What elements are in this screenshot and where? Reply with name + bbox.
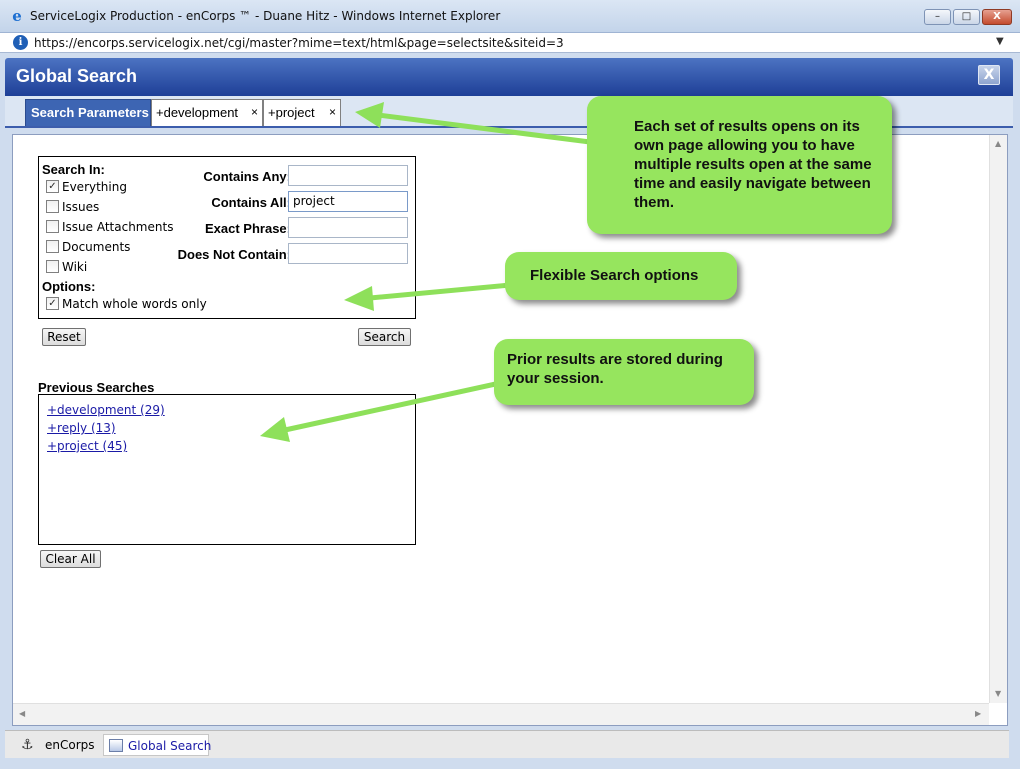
tab-search-parameters[interactable]: Search Parameters bbox=[25, 99, 151, 126]
window-icon bbox=[109, 739, 123, 752]
close-dialog-button[interactable]: X bbox=[978, 65, 1000, 85]
issue-attachments-checkbox[interactable] bbox=[46, 220, 59, 233]
taskbar-label: enCorps bbox=[45, 738, 95, 752]
documents-label: Documents bbox=[62, 240, 131, 254]
search-parameters-box: Search In: ✓ Everything Issues Issue Att… bbox=[38, 156, 416, 319]
info-icon[interactable]: i bbox=[13, 35, 28, 50]
contains-any-label: Contains Any: bbox=[203, 169, 291, 184]
taskbar-item-encorps[interactable]: ⚓ enCorps bbox=[11, 734, 103, 756]
callout-search-options: Flexible Search options bbox=[505, 252, 737, 300]
does-not-contain-input[interactable] bbox=[288, 243, 408, 264]
does-not-contain-label: Does Not Contain: bbox=[177, 247, 291, 262]
previous-search-link[interactable]: +project (45) bbox=[47, 439, 127, 453]
contains-any-input[interactable] bbox=[288, 165, 408, 186]
chevron-down-icon[interactable]: ▼ bbox=[996, 36, 1004, 47]
vertical-scrollbar[interactable]: ▲ ▼ bbox=[989, 135, 1007, 703]
search-button[interactable]: Search bbox=[358, 328, 411, 346]
reset-button[interactable]: Reset bbox=[42, 328, 86, 346]
window-title: ServiceLogix Production - enCorps ™ - Du… bbox=[30, 9, 501, 23]
internet-explorer-icon: e bbox=[12, 7, 22, 25]
anchor-icon: ⚓ bbox=[21, 737, 34, 753]
callout-tabs: Each set of results opens on its own pag… bbox=[587, 96, 892, 234]
global-search-header: Global Search X bbox=[5, 58, 1013, 96]
address-bar[interactable]: i https://encorps.servicelogix.net/cgi/m… bbox=[0, 33, 1020, 53]
maximize-button[interactable]: □ bbox=[953, 9, 980, 25]
horizontal-scrollbar[interactable]: ◀ ▶ bbox=[13, 703, 989, 725]
taskbar: ⚓ enCorps Global Search bbox=[5, 730, 1009, 758]
documents-checkbox[interactable] bbox=[46, 240, 59, 253]
match-whole-words-label: Match whole words only bbox=[62, 297, 207, 311]
scroll-down-icon[interactable]: ▼ bbox=[995, 689, 1001, 698]
issue-attachments-label: Issue Attachments bbox=[62, 220, 174, 234]
tab-label: +development bbox=[156, 105, 239, 120]
tab-project[interactable]: +project × bbox=[263, 99, 341, 126]
close-icon[interactable]: × bbox=[329, 100, 336, 125]
match-whole-words-checkbox[interactable]: ✓ bbox=[46, 297, 59, 310]
scroll-up-icon[interactable]: ▲ bbox=[995, 139, 1001, 148]
minimize-button[interactable]: – bbox=[924, 9, 951, 25]
search-in-label: Search In: bbox=[42, 162, 105, 177]
issues-checkbox[interactable] bbox=[46, 200, 59, 213]
scroll-right-icon[interactable]: ▶ bbox=[975, 709, 981, 718]
url-text[interactable]: https://encorps.servicelogix.net/cgi/mas… bbox=[34, 36, 564, 50]
everything-label: Everything bbox=[62, 180, 127, 194]
scroll-left-icon[interactable]: ◀ bbox=[19, 709, 25, 718]
taskbar-label: Global Search bbox=[128, 739, 212, 753]
wiki-label: Wiki bbox=[62, 260, 88, 274]
exact-phrase-label: Exact Phrase: bbox=[205, 221, 291, 236]
window-titlebar: e ServiceLogix Production - enCorps ™ - … bbox=[0, 0, 1020, 33]
previous-search-link[interactable]: +development (29) bbox=[47, 403, 165, 417]
previous-searches-list: +development (29) +reply (13) +project (… bbox=[38, 394, 416, 545]
previous-searches-title: Previous Searches bbox=[38, 380, 155, 395]
issues-label: Issues bbox=[62, 200, 100, 214]
wiki-checkbox[interactable] bbox=[46, 260, 59, 273]
options-label: Options: bbox=[42, 279, 96, 294]
close-icon[interactable]: × bbox=[251, 100, 258, 125]
clear-all-button[interactable]: Clear All bbox=[40, 550, 101, 568]
tab-label: Search Parameters bbox=[31, 105, 149, 120]
window-close-button[interactable]: X bbox=[982, 9, 1012, 25]
contains-all-input[interactable]: project bbox=[288, 191, 408, 212]
tab-development[interactable]: +development × bbox=[151, 99, 263, 126]
exact-phrase-input[interactable] bbox=[288, 217, 408, 238]
previous-search-link[interactable]: +reply (13) bbox=[47, 421, 116, 435]
taskbar-item-global-search[interactable]: Global Search bbox=[103, 734, 212, 756]
callout-previous-searches: Prior results are stored during your ses… bbox=[494, 339, 754, 405]
tab-label: +project bbox=[268, 105, 315, 120]
contains-all-label: Contains All: bbox=[211, 195, 291, 210]
page-title: Global Search bbox=[16, 66, 138, 86]
everything-checkbox[interactable]: ✓ bbox=[46, 180, 59, 193]
